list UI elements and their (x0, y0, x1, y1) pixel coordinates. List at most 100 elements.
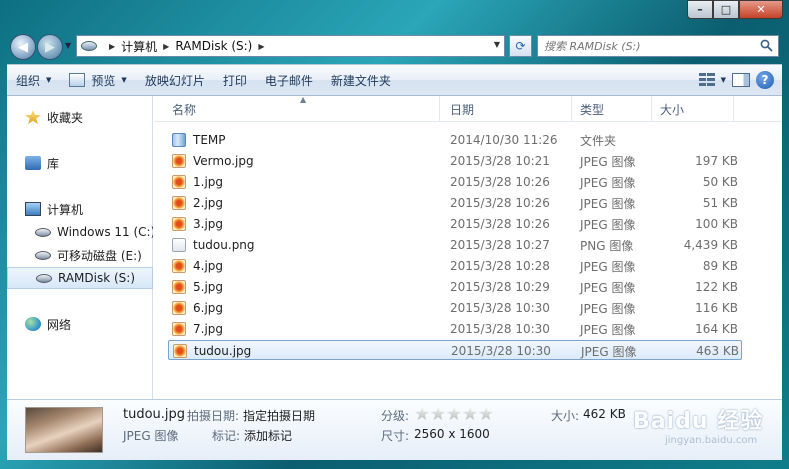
file-row[interactable]: 7.jpg 2015/3/28 10:30 JPEG 图像 164 KB (168, 319, 742, 339)
breadcrumb-separator-icon[interactable]: ▶ (258, 42, 264, 51)
column-size[interactable]: 大小 (654, 96, 734, 122)
file-row[interactable]: 5.jpg 2015/3/28 10:29 JPEG 图像 122 KB (168, 277, 742, 297)
refresh-button[interactable]: ⟳ (509, 35, 532, 57)
sort-ascending-icon: ▲ (300, 95, 307, 104)
email-button[interactable]: 电子邮件 (256, 68, 322, 92)
details-filetype: JPEG 图像 (123, 429, 179, 443)
nav-network[interactable]: 网络 (7, 313, 153, 335)
file-date-cell: 2015/3/28 10:26 (450, 217, 550, 231)
file-row[interactable]: 2.jpg 2015/3/28 10:26 JPEG 图像 51 KB (168, 193, 742, 213)
file-row[interactable]: 1.jpg 2015/3/28 10:26 JPEG 图像 50 KB (168, 172, 742, 192)
file-row[interactable]: tudou.jpg 2015/3/28 10:30 JPEG 图像 463 KB (168, 340, 742, 360)
file-date-cell: 2015/3/28 10:26 (450, 175, 550, 189)
breadcrumb-separator-icon[interactable]: ▶ (109, 42, 115, 51)
file-type-cell: JPEG 图像 (580, 301, 636, 316)
nav-computer[interactable]: 计算机 (7, 198, 153, 220)
network-icon (25, 317, 41, 331)
search-input[interactable] (544, 39, 744, 53)
file-row[interactable]: TEMP 2014/10/30 11:26 文件夹 (168, 130, 742, 150)
computer-icon (25, 202, 41, 216)
details-size-value: 462 KB (583, 407, 626, 421)
file-row[interactable]: 6.jpg 2015/3/28 10:30 JPEG 图像 116 KB (168, 298, 742, 318)
jpeg-file-icon (172, 175, 186, 189)
file-name-cell: 2.jpg (172, 193, 442, 213)
slideshow-button[interactable]: 放映幻灯片 (136, 68, 214, 92)
star-icon[interactable] (431, 407, 445, 420)
details-pane: tudou.jpg 拍摄日期: 指定拍摄日期 JPEG 图像 标记: 添加标记 … (7, 399, 782, 460)
file-name: 7.jpg (193, 322, 224, 336)
file-row[interactable]: 3.jpg 2015/3/28 10:26 JPEG 图像 100 KB (168, 214, 742, 234)
organize-button[interactable]: 组织 ▼ (7, 68, 60, 92)
breadcrumb-computer[interactable]: 计算机 (121, 38, 157, 55)
back-button[interactable]: ◀ (10, 34, 36, 60)
jpeg-file-icon (172, 322, 186, 336)
file-name: 4.jpg (193, 259, 224, 273)
change-view-icon[interactable] (698, 73, 715, 87)
close-button[interactable]: ✕ (739, 0, 783, 19)
search-icon[interactable] (760, 39, 773, 52)
breadcrumb-ramdisk[interactable]: RAMDisk (S:) (175, 39, 252, 53)
file-row[interactable]: Vermo.jpg 2015/3/28 10:21 JPEG 图像 197 KB (168, 151, 742, 171)
file-type-cell: JPEG 图像 (580, 322, 636, 337)
file-name: Vermo.jpg (193, 154, 254, 168)
jpeg-file-icon (172, 196, 186, 210)
folder-icon (172, 133, 186, 147)
file-row[interactable]: 4.jpg 2015/3/28 10:28 JPEG 图像 89 KB (168, 256, 742, 276)
print-button[interactable]: 打印 (214, 68, 256, 92)
nav-drive-c[interactable]: Windows 11 (C:) (7, 221, 153, 243)
details-tags-value[interactable]: 添加标记 (244, 427, 292, 444)
chevron-down-icon[interactable]: ▼ (721, 76, 726, 84)
file-size-cell: 164 KB (695, 322, 738, 336)
address-history-dropdown[interactable]: ▼ (494, 40, 500, 49)
file-name-cell: tudou.png (172, 235, 442, 255)
preview-button[interactable]: 预览 ▼ (60, 68, 135, 92)
nav-drive-s-label: RAMDisk (S:) (58, 271, 136, 285)
details-shot-date-value[interactable]: 指定拍摄日期 (243, 407, 315, 424)
file-size-cell: 89 KB (702, 259, 738, 273)
address-row: ◀ ▶ ▼ ▶ 计算机 ▶ RAMDisk (S:) ▶ ▼ ⟳ (0, 27, 789, 63)
star-icon[interactable] (415, 407, 429, 420)
file-size-cell: 197 KB (695, 154, 738, 168)
details-dims-label: 尺寸: (381, 429, 410, 443)
star-icon[interactable] (479, 407, 493, 420)
file-name: tudou.png (193, 238, 255, 252)
recent-pages-dropdown[interactable]: ▼ (65, 41, 71, 50)
file-row[interactable]: tudou.png 2015/3/28 10:27 PNG 图像 4,439 KB (168, 235, 742, 255)
star-icon[interactable] (447, 407, 461, 420)
star-icon[interactable] (463, 407, 477, 420)
file-date-cell: 2015/3/28 10:26 (450, 196, 550, 210)
details-dims-value: 2560 x 1600 (414, 427, 490, 441)
jpeg-file-icon (172, 280, 186, 294)
rating-stars[interactable] (415, 407, 493, 420)
address-bar[interactable]: ▶ 计算机 ▶ RAMDisk (S:) ▶ ▼ (76, 35, 505, 57)
image-thumbnail (25, 407, 103, 453)
file-date-cell: 2015/3/28 10:30 (450, 322, 550, 336)
column-date[interactable]: 日期 (444, 96, 572, 122)
file-type-cell: JPEG 图像 (581, 344, 637, 359)
forward-button[interactable]: ▶ (37, 34, 63, 60)
maximize-button[interactable]: □ (713, 0, 739, 19)
file-type-cell: JPEG 图像 (580, 196, 636, 211)
nav-drive-e[interactable]: 可移动磁盘 (E:) (7, 244, 153, 266)
new-folder-button[interactable]: 新建文件夹 (322, 68, 400, 92)
search-box[interactable] (537, 35, 779, 57)
nav-favorites[interactable]: 收藏夹 (7, 106, 153, 128)
nav-drive-e-label: 可移动磁盘 (E:) (57, 248, 142, 263)
breadcrumb-separator-icon[interactable]: ▶ (163, 42, 169, 51)
minimize-button[interactable]: – (687, 0, 713, 19)
file-date-cell: 2015/3/28 10:30 (451, 344, 551, 358)
file-name: tudou.jpg (194, 344, 252, 358)
column-type[interactable]: 类型 (574, 96, 652, 122)
preview-pane-icon[interactable] (732, 73, 750, 87)
details-size-label: 大小: (551, 409, 580, 423)
help-button[interactable]: ? (756, 71, 774, 89)
nav-libraries[interactable]: 库 (7, 152, 153, 174)
file-name-cell: 4.jpg (172, 256, 442, 276)
details-shot-date-label: 拍摄日期: (187, 409, 240, 423)
file-name-cell: Vermo.jpg (172, 151, 442, 171)
nav-drive-s[interactable]: RAMDisk (S:) (7, 267, 153, 289)
library-icon (25, 156, 41, 170)
file-type-cell: JPEG 图像 (580, 217, 636, 232)
content-area: 收藏夹 库 计算机 Windows 11 (C:) 可移动磁盘 (E:) RAM… (7, 95, 782, 459)
column-header: 名称 ▲ 日期 类型 大小 (154, 95, 782, 122)
